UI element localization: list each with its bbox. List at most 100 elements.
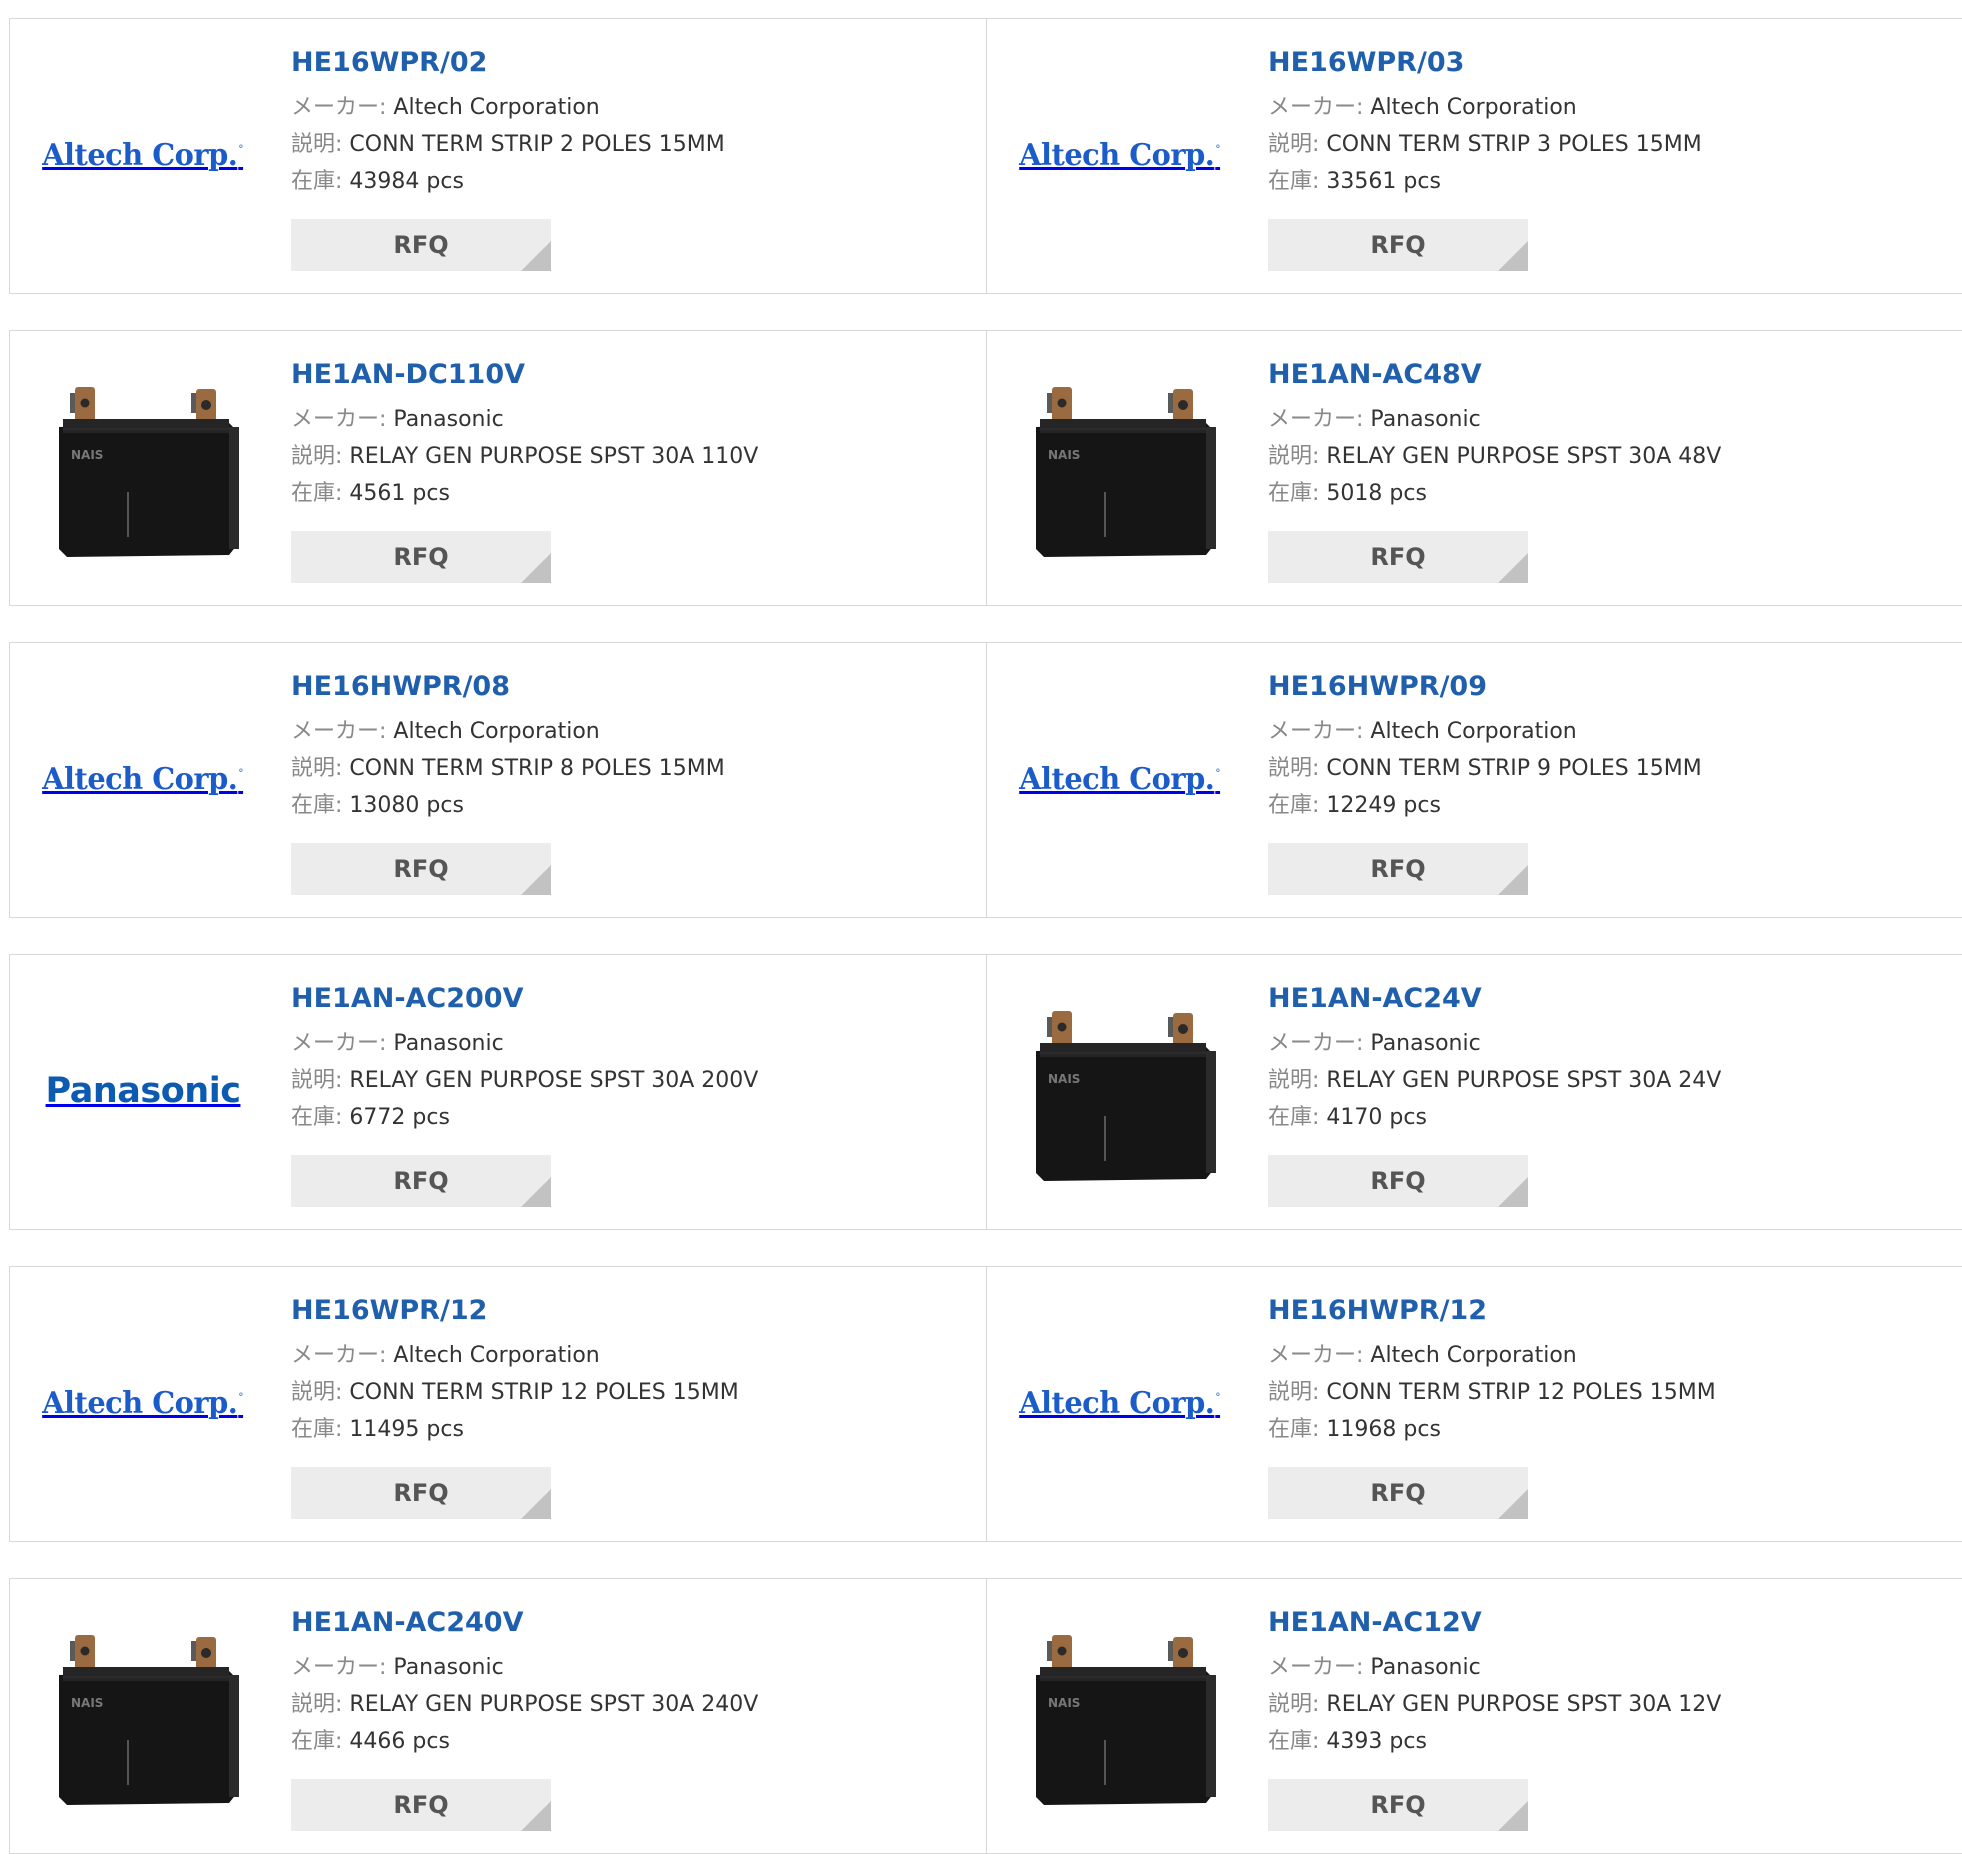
rfq-button[interactable]: RFQ xyxy=(1268,531,1528,583)
description-row: 説明: RELAY GEN PURPOSE SPST 30A 200V xyxy=(291,1062,758,1099)
part-number-link[interactable]: HE1AN-AC24V xyxy=(1268,983,1482,1014)
rfq-corner-decoration xyxy=(521,553,551,583)
stock-label: 在庫: xyxy=(291,1729,343,1754)
relay-product-image: NAIS xyxy=(1036,1635,1216,1805)
stock-value: 33561 pcs xyxy=(1326,169,1441,194)
part-number-link[interactable]: HE16WPR/12 xyxy=(291,1295,487,1326)
maker-row: メーカー: Altech Corporation xyxy=(1268,89,1702,126)
rfq-button[interactable]: RFQ xyxy=(291,1155,551,1207)
rfq-button-label: RFQ xyxy=(393,1167,449,1195)
rfq-button[interactable]: RFQ xyxy=(1268,843,1528,895)
rfq-button-label: RFQ xyxy=(393,855,449,883)
description-value: RELAY GEN PURPOSE SPST 30A 110V xyxy=(349,444,759,469)
maker-row: メーカー: Altech Corporation xyxy=(291,1337,739,1374)
rfq-corner-decoration xyxy=(1498,1801,1528,1831)
rfq-button-label: RFQ xyxy=(1370,543,1426,571)
rfq-button[interactable]: RFQ xyxy=(291,1779,551,1831)
description-label: 説明: xyxy=(1268,132,1320,157)
product-thumbnail-link[interactable]: NAIS xyxy=(43,367,243,567)
altech-logo: Altech Corp.° xyxy=(43,138,244,173)
altech-logo-text: Altech Corp. xyxy=(1019,1385,1216,1421)
part-number-link[interactable]: HE1AN-AC12V xyxy=(1268,1607,1482,1638)
part-number-link[interactable]: HE16HWPR/12 xyxy=(1268,1295,1487,1326)
part-number-link[interactable]: HE16WPR/02 xyxy=(291,47,487,78)
part-number-link[interactable]: HE1AN-AC240V xyxy=(291,1607,524,1638)
description-row: 説明: RELAY GEN PURPOSE SPST 30A 240V xyxy=(291,1686,758,1723)
product-thumbnail-link[interactable]: Altech Corp.° xyxy=(1020,679,1221,879)
description-value: CONN TERM STRIP 12 POLES 15MM xyxy=(1326,1380,1716,1405)
altech-logo-text: Altech Corp. xyxy=(42,137,239,173)
product-thumbnail-link[interactable]: Panasonic xyxy=(43,991,243,1191)
product-thumbnail-link[interactable]: Altech Corp.° xyxy=(43,55,244,255)
rfq-button[interactable]: RFQ xyxy=(291,843,551,895)
rfq-button[interactable]: RFQ xyxy=(1268,1779,1528,1831)
rfq-button[interactable]: RFQ xyxy=(291,1467,551,1519)
maker-label: メーカー: xyxy=(291,719,387,744)
description-row: 説明: CONN TERM STRIP 2 POLES 15MM xyxy=(291,126,725,163)
description-row: 説明: RELAY GEN PURPOSE SPST 30A 24V xyxy=(1268,1062,1721,1099)
stock-row: 在庫: 4561 pcs xyxy=(291,475,758,512)
product-thumbnail-link[interactable]: Altech Corp.° xyxy=(43,1303,244,1503)
part-number-link[interactable]: HE16HWPR/08 xyxy=(291,671,510,702)
product-card: NAIS HE1AN-AC240V メーカー: Panasonic 説明: RE… xyxy=(9,1578,987,1854)
rfq-button-label: RFQ xyxy=(1370,855,1426,883)
description-value: CONN TERM STRIP 3 POLES 15MM xyxy=(1326,132,1702,157)
part-number-link[interactable]: HE1AN-AC48V xyxy=(1268,359,1482,390)
product-info: HE1AN-AC48V メーカー: Panasonic 説明: RELAY GE… xyxy=(1268,359,1721,512)
product-thumbnail-link[interactable]: NAIS xyxy=(1020,367,1220,567)
product-thumbnail-link[interactable]: NAIS xyxy=(1020,991,1220,1191)
product-thumbnail-link[interactable]: NAIS xyxy=(1020,1615,1220,1815)
maker-label: メーカー: xyxy=(291,1031,387,1056)
part-number-link[interactable]: HE16HWPR/09 xyxy=(1268,671,1487,702)
product-card: Altech Corp.° HE16WPR/03 メーカー: Altech Co… xyxy=(987,18,1962,294)
part-number-link[interactable]: HE1AN-DC110V xyxy=(291,359,525,390)
description-value: CONN TERM STRIP 8 POLES 15MM xyxy=(349,756,725,781)
altech-logo-mark: ° xyxy=(238,142,244,156)
stock-value: 43984 pcs xyxy=(349,169,464,194)
product-thumbnail-link[interactable]: Altech Corp.° xyxy=(43,679,244,879)
rfq-corner-decoration xyxy=(1498,553,1528,583)
rfq-button-label: RFQ xyxy=(1370,1791,1426,1819)
maker-value: Altech Corporation xyxy=(1370,719,1577,744)
maker-row: メーカー: Altech Corporation xyxy=(291,89,725,126)
product-card: NAIS HE1AN-DC110V メーカー: Panasonic 説明: RE… xyxy=(9,330,987,606)
description-label: 説明: xyxy=(291,1692,343,1717)
rfq-corner-decoration xyxy=(521,1489,551,1519)
product-card: Altech Corp.° HE16WPR/12 メーカー: Altech Co… xyxy=(9,1266,987,1542)
description-row: 説明: RELAY GEN PURPOSE SPST 30A 48V xyxy=(1268,438,1721,475)
product-info: HE16WPR/12 メーカー: Altech Corporation 説明: … xyxy=(291,1295,739,1448)
relay-product-image: NAIS xyxy=(1036,387,1216,557)
description-value: RELAY GEN PURPOSE SPST 30A 12V xyxy=(1326,1692,1722,1717)
maker-row: メーカー: Panasonic xyxy=(1268,1025,1721,1062)
maker-label: メーカー: xyxy=(1268,1343,1364,1368)
product-thumbnail-link[interactable]: Altech Corp.° xyxy=(1019,1303,1221,1503)
stock-value: 5018 pcs xyxy=(1326,481,1427,506)
part-number-link[interactable]: HE1AN-AC200V xyxy=(291,983,524,1014)
description-row: 説明: CONN TERM STRIP 3 POLES 15MM xyxy=(1268,126,1702,163)
rfq-button[interactable]: RFQ xyxy=(291,219,551,271)
stock-row: 在庫: 12249 pcs xyxy=(1268,787,1702,824)
product-thumbnail-link[interactable]: NAIS xyxy=(43,1615,243,1815)
rfq-corner-decoration xyxy=(521,1177,551,1207)
rfq-button-label: RFQ xyxy=(1370,1167,1426,1195)
rfq-button[interactable]: RFQ xyxy=(1268,219,1528,271)
rfq-button-label: RFQ xyxy=(393,231,449,259)
product-card: NAIS HE1AN-AC12V メーカー: Panasonic 説明: REL… xyxy=(987,1578,1962,1854)
maker-row: メーカー: Panasonic xyxy=(291,1649,758,1686)
part-number-link[interactable]: HE16WPR/03 xyxy=(1268,47,1464,78)
description-label: 説明: xyxy=(291,1380,343,1405)
description-value: CONN TERM STRIP 12 POLES 15MM xyxy=(349,1380,739,1405)
altech-logo: Altech Corp.° xyxy=(1020,138,1221,173)
maker-label: メーカー: xyxy=(1268,1655,1364,1680)
maker-value: Panasonic xyxy=(393,1031,504,1056)
maker-label: メーカー: xyxy=(291,1655,387,1680)
product-info: HE1AN-AC200V メーカー: Panasonic 説明: RELAY G… xyxy=(291,983,758,1136)
rfq-button[interactable]: RFQ xyxy=(1268,1155,1528,1207)
rfq-button[interactable]: RFQ xyxy=(1268,1467,1528,1519)
rfq-button[interactable]: RFQ xyxy=(291,531,551,583)
rfq-corner-decoration xyxy=(1498,1489,1528,1519)
stock-label: 在庫: xyxy=(1268,1105,1320,1130)
product-thumbnail-link[interactable]: Altech Corp.° xyxy=(1020,55,1221,255)
stock-row: 在庫: 11495 pcs xyxy=(291,1411,739,1448)
rfq-button-label: RFQ xyxy=(393,1791,449,1819)
